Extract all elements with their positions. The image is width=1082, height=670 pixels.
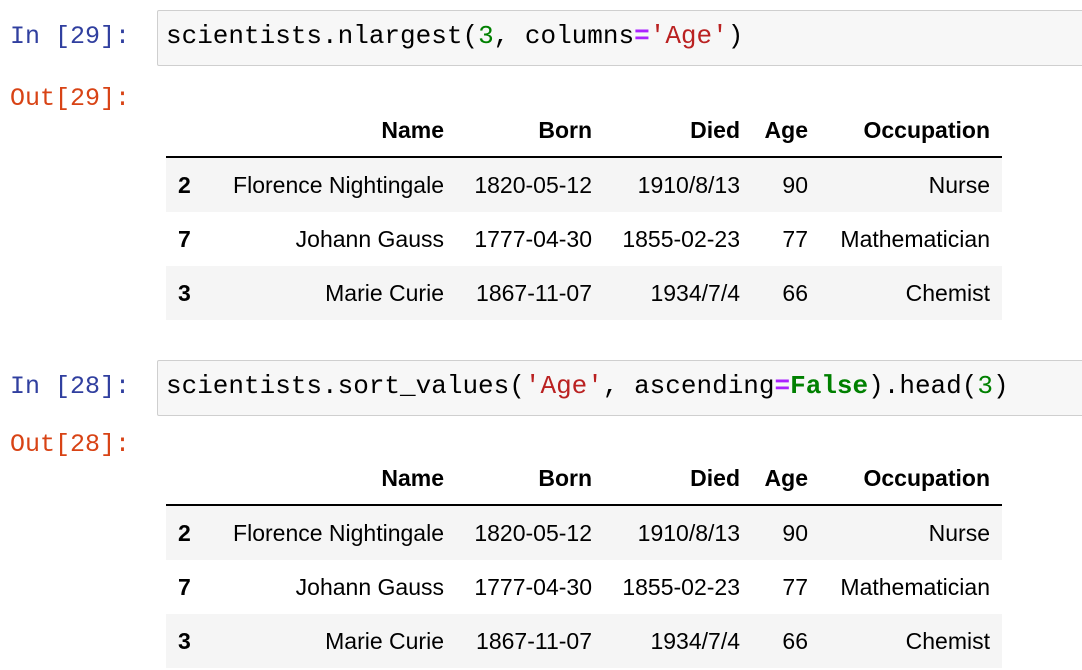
cell-name: Marie Curie	[325, 627, 444, 654]
cell-name: Marie Curie	[325, 279, 444, 306]
cell-occupation: Mathematician	[840, 225, 990, 252]
cell-age: 90	[782, 519, 808, 546]
table-header-row: Name Born Died Age Occupation	[166, 104, 1002, 158]
input-prompt: In [28]:	[10, 372, 131, 401]
dataframe-output: Name Born Died Age Occupation 2 Florence…	[166, 452, 1002, 668]
table-row: 2 Florence Nightingale 1820-05-12 1910/8…	[166, 505, 1002, 560]
cell-occupation: Nurse	[928, 519, 990, 546]
row-index: 3	[178, 627, 191, 654]
row-index: 7	[178, 225, 191, 252]
cell-occupation: Chemist	[905, 279, 990, 306]
column-header: Age	[752, 104, 820, 158]
cell-born: 1777-04-30	[474, 573, 592, 600]
column-header: Age	[752, 452, 820, 506]
column-header: Name	[212, 452, 456, 506]
column-header: Name	[212, 104, 456, 158]
column-header: Died	[604, 452, 752, 506]
cell-name: Florence Nightingale	[233, 171, 444, 198]
cell-occupation: Mathematician	[840, 573, 990, 600]
column-header: Born	[456, 452, 604, 506]
cell-died: 1855-02-23	[622, 225, 740, 252]
cell-name: Johann Gauss	[295, 573, 444, 600]
table-row: 7 Johann Gauss 1777-04-30 1855-02-23 77 …	[166, 560, 1002, 614]
cell-born: 1820-05-12	[474, 519, 592, 546]
input-prompt: In [29]:	[10, 22, 131, 51]
cell-died: 1910/8/13	[637, 171, 740, 198]
row-index: 2	[178, 171, 191, 198]
cell-name: Johann Gauss	[295, 225, 444, 252]
table-row: 3 Marie Curie 1867-11-07 1934/7/4 66 Che…	[166, 266, 1002, 320]
row-index: 3	[178, 279, 191, 306]
code-input[interactable]: scientists.sort_values('Age', ascending=…	[157, 360, 1082, 416]
cell-age: 77	[782, 225, 808, 252]
cell-born: 1820-05-12	[474, 171, 592, 198]
cell-age: 90	[782, 171, 808, 198]
row-index: 2	[178, 519, 191, 546]
index-header	[166, 104, 212, 158]
table-row: 7 Johann Gauss 1777-04-30 1855-02-23 77 …	[166, 212, 1002, 266]
cell-born: 1867-11-07	[476, 279, 592, 306]
cell-born: 1777-04-30	[474, 225, 592, 252]
dataframe-output: Name Born Died Age Occupation 2 Florence…	[166, 104, 1002, 320]
table-row: 3 Marie Curie 1867-11-07 1934/7/4 66 Che…	[166, 614, 1002, 668]
output-prompt: Out[29]:	[10, 84, 131, 113]
column-header: Born	[456, 104, 604, 158]
cell-died: 1934/7/4	[650, 279, 740, 306]
code-input[interactable]: scientists.nlargest(3, columns='Age')	[157, 10, 1082, 66]
code-text: scientists.nlargest(3, columns='Age')	[166, 21, 744, 51]
index-header	[166, 452, 212, 506]
code-text: scientists.sort_values('Age', ascending=…	[166, 371, 1009, 401]
cell-occupation: Chemist	[905, 627, 990, 654]
cell-age: 77	[782, 573, 808, 600]
table-header-row: Name Born Died Age Occupation	[166, 452, 1002, 506]
cell-died: 1855-02-23	[622, 573, 740, 600]
cell-occupation: Nurse	[928, 171, 990, 198]
column-header: Occupation	[820, 452, 1002, 506]
cell-died: 1910/8/13	[637, 519, 740, 546]
output-prompt: Out[28]:	[10, 430, 131, 459]
cell-name: Florence Nightingale	[233, 519, 444, 546]
cell-age: 66	[782, 627, 808, 654]
cell-born: 1867-11-07	[476, 627, 592, 654]
column-header: Died	[604, 104, 752, 158]
row-index: 7	[178, 573, 191, 600]
cell-died: 1934/7/4	[650, 627, 740, 654]
column-header: Occupation	[820, 104, 1002, 158]
cell-age: 66	[782, 279, 808, 306]
table-row: 2 Florence Nightingale 1820-05-12 1910/8…	[166, 157, 1002, 212]
